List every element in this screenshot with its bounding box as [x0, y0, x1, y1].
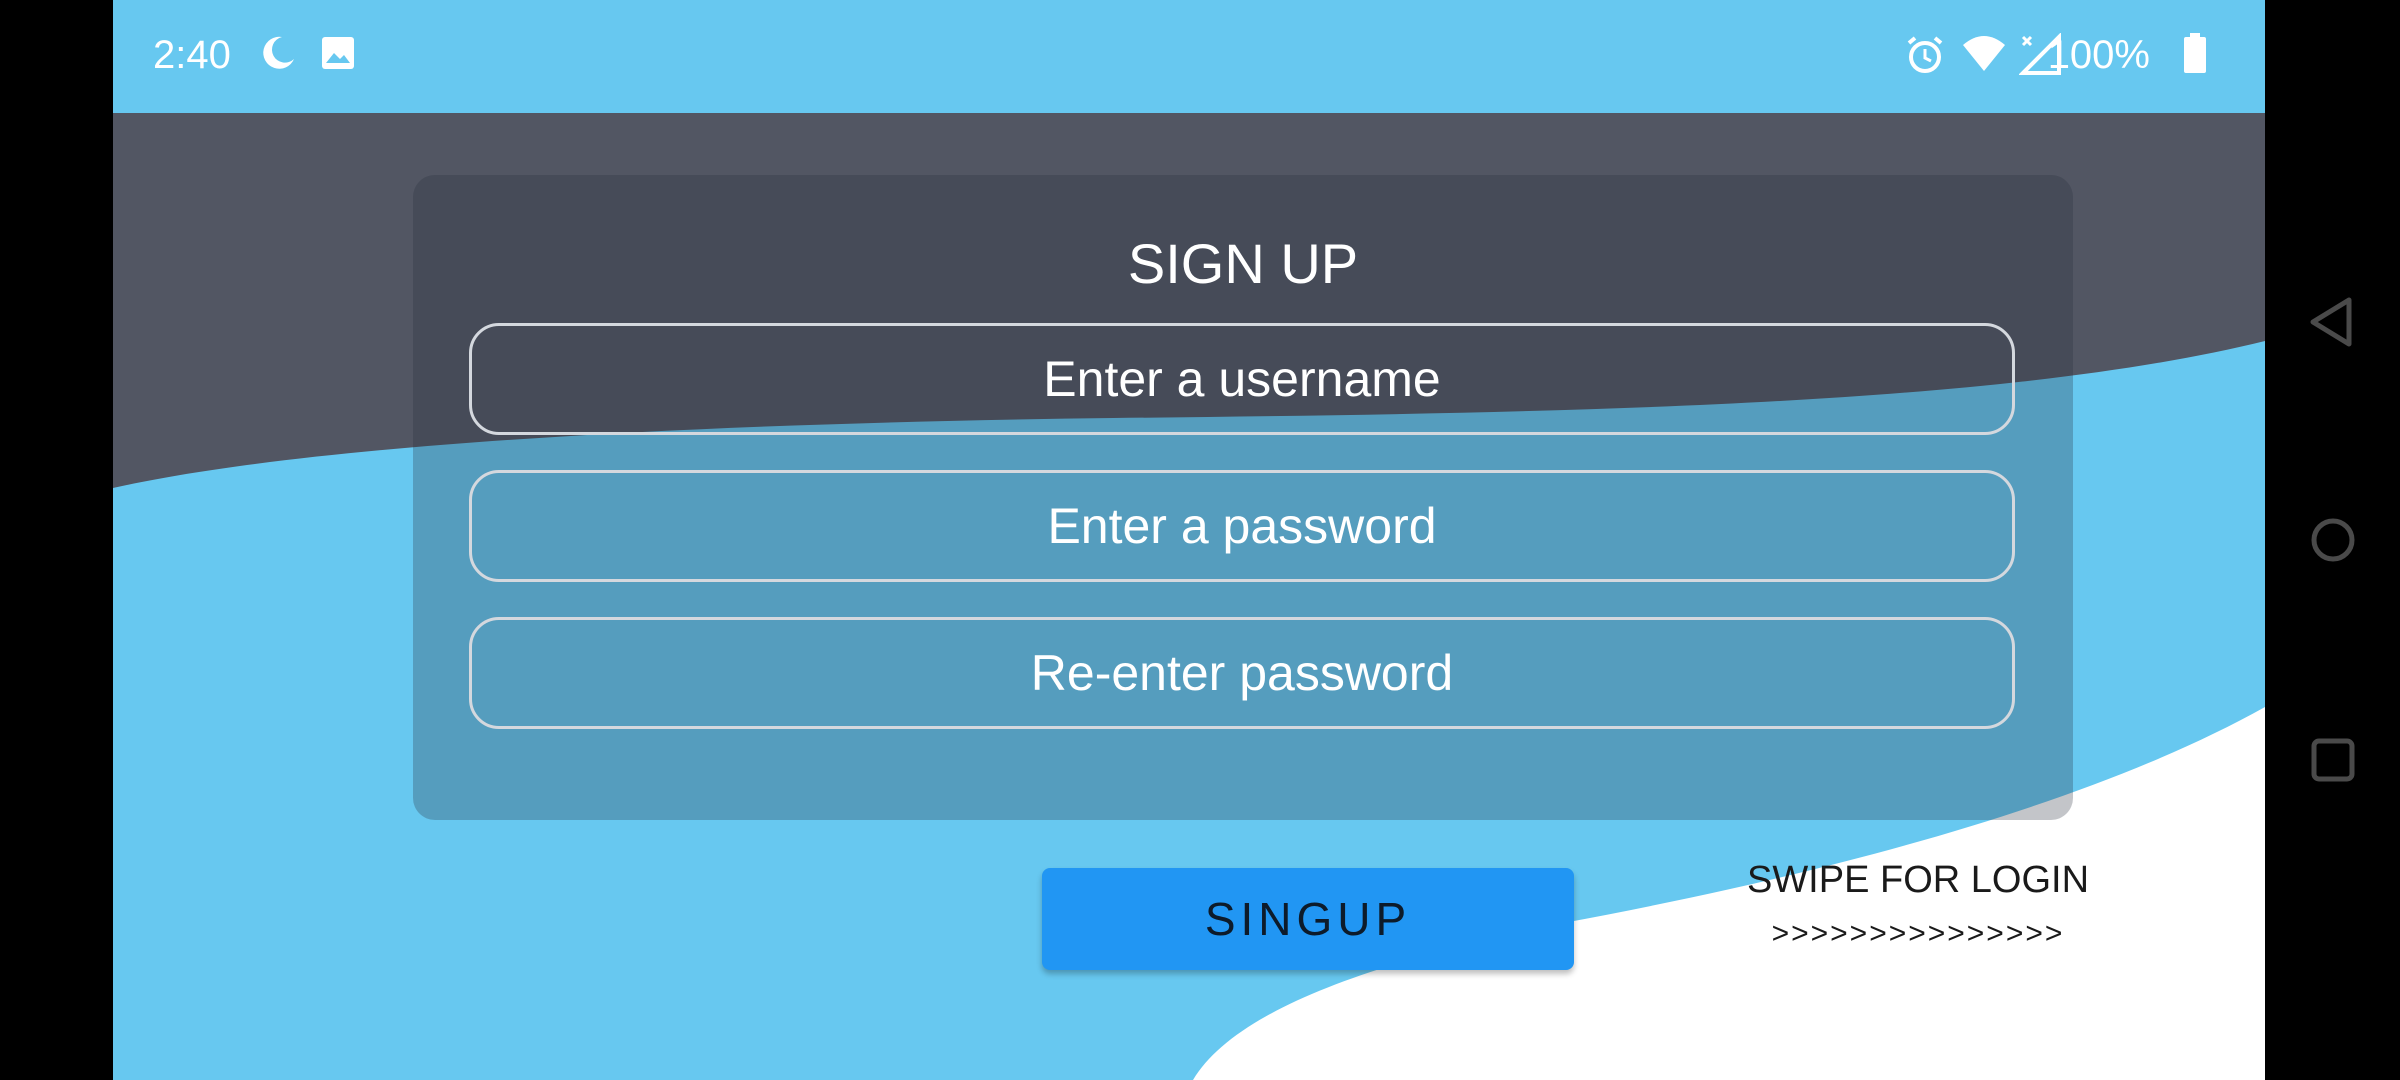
reenter-password-field[interactable]: Re-enter password	[469, 617, 2015, 729]
image-icon	[318, 33, 358, 73]
wifi-icon	[1961, 33, 2005, 73]
form-title: SIGN UP	[1127, 232, 1359, 295]
swipe-arrows: >>>>>>>>>>>>>>>	[1771, 917, 2065, 950]
reenter-password-placeholder: Re-enter password	[1030, 645, 1454, 701]
battery-percentage: 100%	[2047, 33, 2150, 77]
app-screen: 2:40 100% SIGN UP Enter a username Enter…	[113, 0, 2265, 1080]
swipe-for-login-text: SWIPE FOR LOGIN	[1746, 859, 2090, 901]
recents-icon[interactable]	[2309, 736, 2357, 789]
battery-icon	[2183, 33, 2207, 73]
moon-icon	[258, 33, 298, 73]
alarm-icon	[1903, 33, 1943, 73]
home-icon[interactable]	[2309, 516, 2357, 569]
back-icon[interactable]	[2307, 296, 2355, 353]
username-placeholder: Enter a username	[1043, 351, 1441, 407]
password-field[interactable]: Enter a password	[469, 470, 2015, 582]
signup-button[interactable]: SINGUP	[1042, 868, 1574, 970]
status-bar: 2:40 100%	[113, 0, 2265, 113]
signup-card: SIGN UP Enter a username Enter a passwor…	[439, 199, 2047, 799]
username-field[interactable]: Enter a username	[469, 323, 2015, 435]
signup-button-label: SINGUP	[1204, 893, 1412, 945]
status-time: 2:40	[153, 33, 231, 77]
password-placeholder: Enter a password	[1047, 498, 1437, 554]
left-black-bar	[0, 0, 113, 1080]
navigation-bar	[2265, 0, 2400, 1080]
